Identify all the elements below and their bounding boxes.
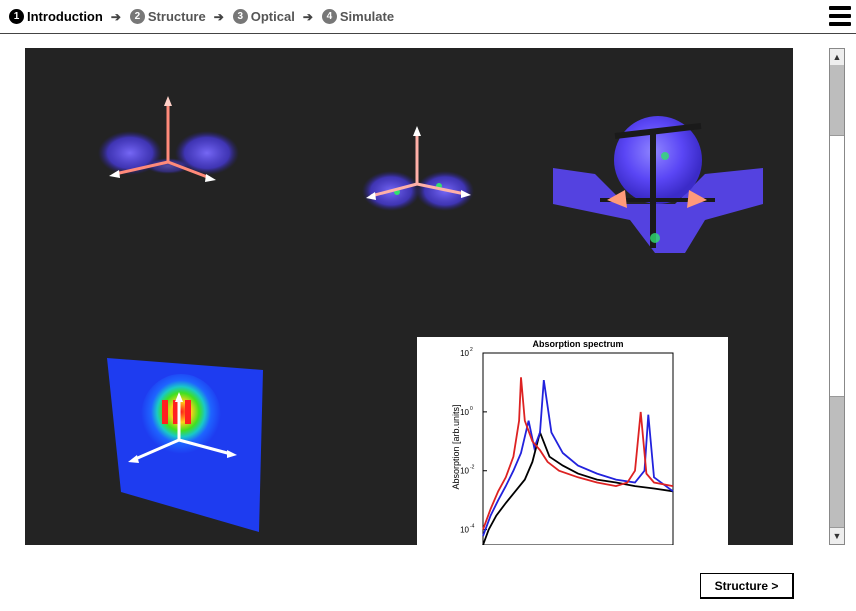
absorption-spectrum-chart: Absorption spectrum Absorption [arb.unit…	[417, 337, 728, 545]
spectrum-plot: Absorption spectrum Absorption [arb.unit…	[451, 339, 674, 545]
y-tick-exponent: 0	[470, 406, 473, 412]
y-tick-label: 10	[460, 526, 469, 535]
step-structure[interactable]: 2 Structure	[129, 9, 206, 24]
y-axis-label: Absorption [arb.units]	[451, 404, 461, 489]
step-introduction[interactable]: 1 Introduction	[9, 9, 103, 24]
vertical-scrollbar[interactable]: ▲ ▼	[829, 48, 845, 545]
arrow-right-icon: ➔	[110, 9, 121, 24]
step-number-badge: 3	[232, 9, 248, 24]
step-label: Optical	[250, 9, 295, 24]
hamburger-icon[interactable]	[829, 6, 851, 28]
arrow-right-icon: ➔	[213, 9, 224, 24]
molecule-view-3[interactable]	[553, 116, 763, 253]
step-label: Introduction	[27, 9, 103, 24]
step-label: Structure	[147, 9, 206, 24]
step-number-badge: 2	[129, 9, 145, 24]
y-tick-label: 10	[460, 467, 469, 476]
scroll-track[interactable]	[830, 65, 844, 135]
step-list: 1 Introduction ➔ 2 Structure ➔ 3 Optical…	[9, 9, 394, 24]
scroll-down-button[interactable]: ▼	[830, 527, 844, 544]
molecule-view-1[interactable]	[98, 96, 239, 182]
step-simulate[interactable]: 4 Simulate	[321, 9, 395, 24]
step-optical[interactable]: 3 Optical	[232, 9, 295, 24]
scroll-thumb[interactable]	[830, 135, 844, 397]
step-label: Simulate	[339, 9, 395, 24]
scroll-up-button[interactable]: ▲	[830, 49, 844, 66]
chart-title: Absorption spectrum	[532, 339, 623, 349]
next-step-button[interactable]: Structure >	[700, 573, 794, 599]
y-tick-label: 10	[460, 349, 469, 358]
step-number-badge: 4	[321, 9, 337, 24]
molecule-view-2[interactable]	[362, 126, 474, 211]
step-number-badge: 1	[9, 9, 24, 24]
step-navigation-bar: 1 Introduction ➔ 2 Structure ➔ 3 Optical…	[0, 0, 856, 34]
y-tick-exponent: -4	[470, 524, 475, 530]
y-tick-exponent: 2	[470, 347, 473, 353]
visualization-viewport: Absorption spectrum Absorption [arb.unit…	[25, 48, 793, 545]
scroll-track[interactable]	[830, 397, 844, 528]
arrow-right-icon: ➔	[302, 9, 313, 24]
y-tick-label: 10	[460, 408, 469, 417]
y-tick-exponent: -2	[470, 465, 475, 471]
density-plane-view[interactable]	[107, 358, 263, 532]
